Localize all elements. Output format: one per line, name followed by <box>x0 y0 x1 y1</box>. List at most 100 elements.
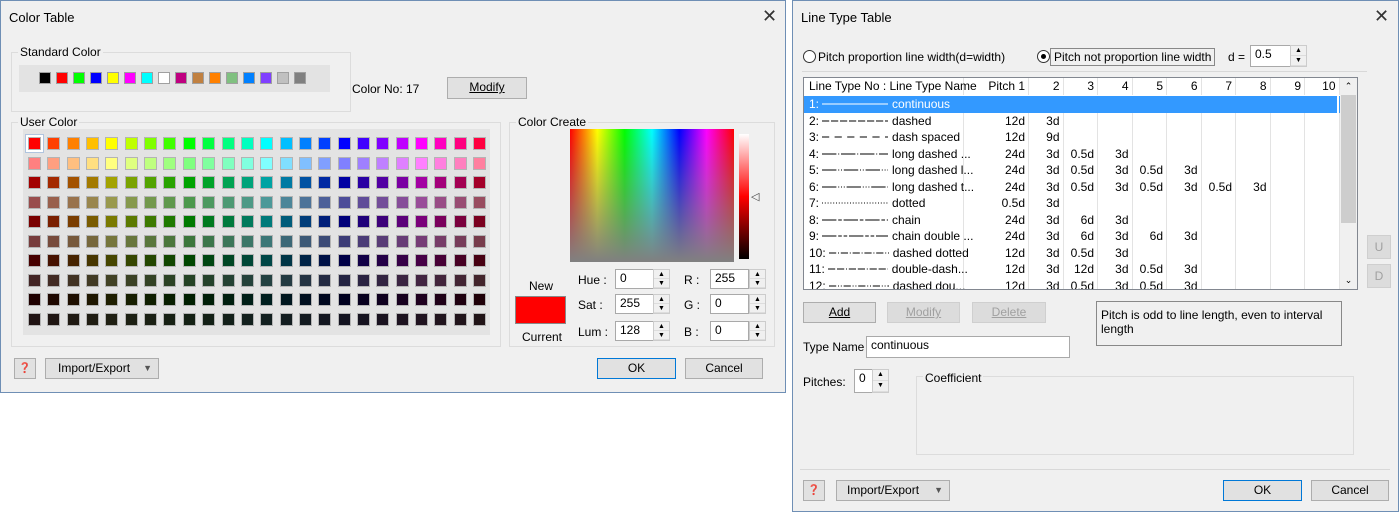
standard-color-swatch[interactable] <box>73 72 85 84</box>
scrollbar[interactable]: ⌃ ⌄ <box>1340 78 1357 289</box>
user-color-swatch[interactable] <box>337 293 351 306</box>
b-input[interactable]: 0 <box>710 321 749 341</box>
user-color-swatch[interactable] <box>318 254 332 267</box>
user-color-swatch[interactable] <box>105 312 119 326</box>
user-color-swatch[interactable] <box>163 137 177 150</box>
user-color-swatch[interactable] <box>473 293 487 306</box>
user-color-swatch[interactable] <box>279 137 293 150</box>
import-export-button[interactable]: Import/Export ▼ <box>45 358 159 379</box>
table-row[interactable]: 4: long dashed ... 24d 3d 0.5d 3d <box>804 145 1340 163</box>
user-color-swatch[interactable] <box>28 312 41 326</box>
user-color-swatch[interactable] <box>105 273 119 287</box>
user-color-swatch[interactable] <box>453 312 467 326</box>
user-color-swatch[interactable] <box>47 273 61 287</box>
user-color-swatch[interactable] <box>86 293 100 306</box>
modify-button[interactable]: Modify <box>447 77 527 99</box>
user-color-swatch[interactable] <box>221 137 235 150</box>
user-color-swatch[interactable] <box>182 273 196 287</box>
user-color-swatch[interactable] <box>163 234 177 248</box>
user-color-swatch[interactable] <box>240 215 254 228</box>
user-color-swatch[interactable] <box>415 254 428 267</box>
user-color-swatch[interactable] <box>376 312 390 326</box>
user-color-swatch[interactable] <box>298 215 312 228</box>
user-color-swatch[interactable] <box>453 195 467 209</box>
user-color-swatch[interactable] <box>240 293 254 306</box>
user-color-swatch[interactable] <box>298 234 312 248</box>
user-color-swatch[interactable] <box>221 234 235 248</box>
move-up-button[interactable]: U <box>1367 235 1391 259</box>
type-name-input[interactable]: continuous <box>866 336 1070 358</box>
user-color-swatch[interactable] <box>298 176 312 189</box>
user-color-swatch[interactable] <box>221 273 235 287</box>
user-color-swatch[interactable] <box>434 156 448 170</box>
user-color-swatch[interactable] <box>66 215 80 228</box>
user-color-swatch[interactable] <box>279 156 293 170</box>
user-color-swatch[interactable] <box>337 215 351 228</box>
user-color-swatch[interactable] <box>240 312 254 326</box>
standard-color-swatch[interactable] <box>39 72 51 84</box>
user-color-swatch[interactable] <box>376 254 390 267</box>
user-color-swatch[interactable] <box>395 293 409 306</box>
user-color-swatch[interactable] <box>66 273 80 287</box>
b-spinner[interactable]: ▲ ▼ <box>749 321 766 341</box>
user-color-swatch[interactable] <box>144 254 158 267</box>
sat-spinner[interactable]: ▲ ▼ <box>653 294 670 314</box>
user-color-swatch[interactable] <box>279 234 293 248</box>
user-color-swatch[interactable] <box>144 215 158 228</box>
user-color-swatch[interactable] <box>47 293 61 306</box>
user-color-swatch[interactable] <box>182 254 196 267</box>
d-input[interactable]: 0.5 <box>1250 45 1291 67</box>
user-color-swatch[interactable] <box>453 215 467 228</box>
user-color-swatch[interactable] <box>434 215 448 228</box>
standard-color-swatch[interactable] <box>158 72 170 84</box>
user-color-swatch[interactable] <box>434 234 448 248</box>
user-color-swatch[interactable] <box>318 176 332 189</box>
lum-input[interactable]: 128 <box>615 321 654 341</box>
user-color-swatch[interactable] <box>66 156 80 170</box>
user-color-swatch[interactable] <box>260 234 274 248</box>
r-input[interactable]: 255 <box>710 269 749 289</box>
user-color-swatch[interactable] <box>356 156 370 170</box>
user-color-swatch[interactable] <box>453 293 467 306</box>
user-color-swatch[interactable] <box>453 234 467 248</box>
user-color-swatch[interactable] <box>473 312 487 326</box>
user-color-swatch[interactable] <box>415 273 428 287</box>
column-header[interactable]: 7 <box>1202 78 1236 95</box>
user-color-swatch[interactable] <box>221 195 235 209</box>
column-header[interactable]: 10 <box>1305 78 1340 95</box>
column-header[interactable]: Pitch 1 <box>964 78 1029 95</box>
user-color-swatch[interactable] <box>415 215 428 228</box>
standard-color-swatch[interactable] <box>124 72 136 84</box>
user-color-swatch[interactable] <box>163 254 177 267</box>
user-color-swatch[interactable] <box>453 254 467 267</box>
user-color-swatch[interactable] <box>105 254 119 267</box>
user-color-swatch[interactable] <box>28 176 41 189</box>
user-color-swatch[interactable] <box>28 273 41 287</box>
user-color-swatch[interactable] <box>144 273 158 287</box>
standard-color-swatch[interactable] <box>175 72 187 84</box>
column-header[interactable]: 3 <box>1064 78 1098 95</box>
user-color-swatch[interactable] <box>279 312 293 326</box>
user-color-swatch[interactable] <box>337 156 351 170</box>
color-spectrum[interactable] <box>570 129 734 262</box>
user-color-swatch[interactable] <box>318 234 332 248</box>
d-spinner[interactable]: ▲ ▼ <box>1290 45 1307 67</box>
user-color-swatch[interactable] <box>240 195 254 209</box>
user-color-swatch[interactable] <box>356 215 370 228</box>
hue-input[interactable]: 0 <box>615 269 654 289</box>
user-color-swatch[interactable] <box>395 215 409 228</box>
user-color-swatch[interactable] <box>473 176 487 189</box>
user-color-swatch[interactable] <box>240 234 254 248</box>
user-color-swatch[interactable] <box>473 215 487 228</box>
user-color-swatch[interactable] <box>182 195 196 209</box>
user-color-swatch[interactable] <box>163 293 177 306</box>
user-color-swatch[interactable] <box>298 195 312 209</box>
user-color-swatch[interactable] <box>66 234 80 248</box>
table-row[interactable]: 9: chain double ... 24d 3d 6d 3d 6d 3d <box>804 228 1340 245</box>
user-color-swatch[interactable] <box>240 176 254 189</box>
user-color-swatch[interactable] <box>376 215 390 228</box>
user-color-swatch[interactable] <box>47 195 61 209</box>
user-color-swatch[interactable] <box>395 156 409 170</box>
user-color-swatch[interactable] <box>47 312 61 326</box>
user-color-swatch[interactable] <box>202 234 216 248</box>
